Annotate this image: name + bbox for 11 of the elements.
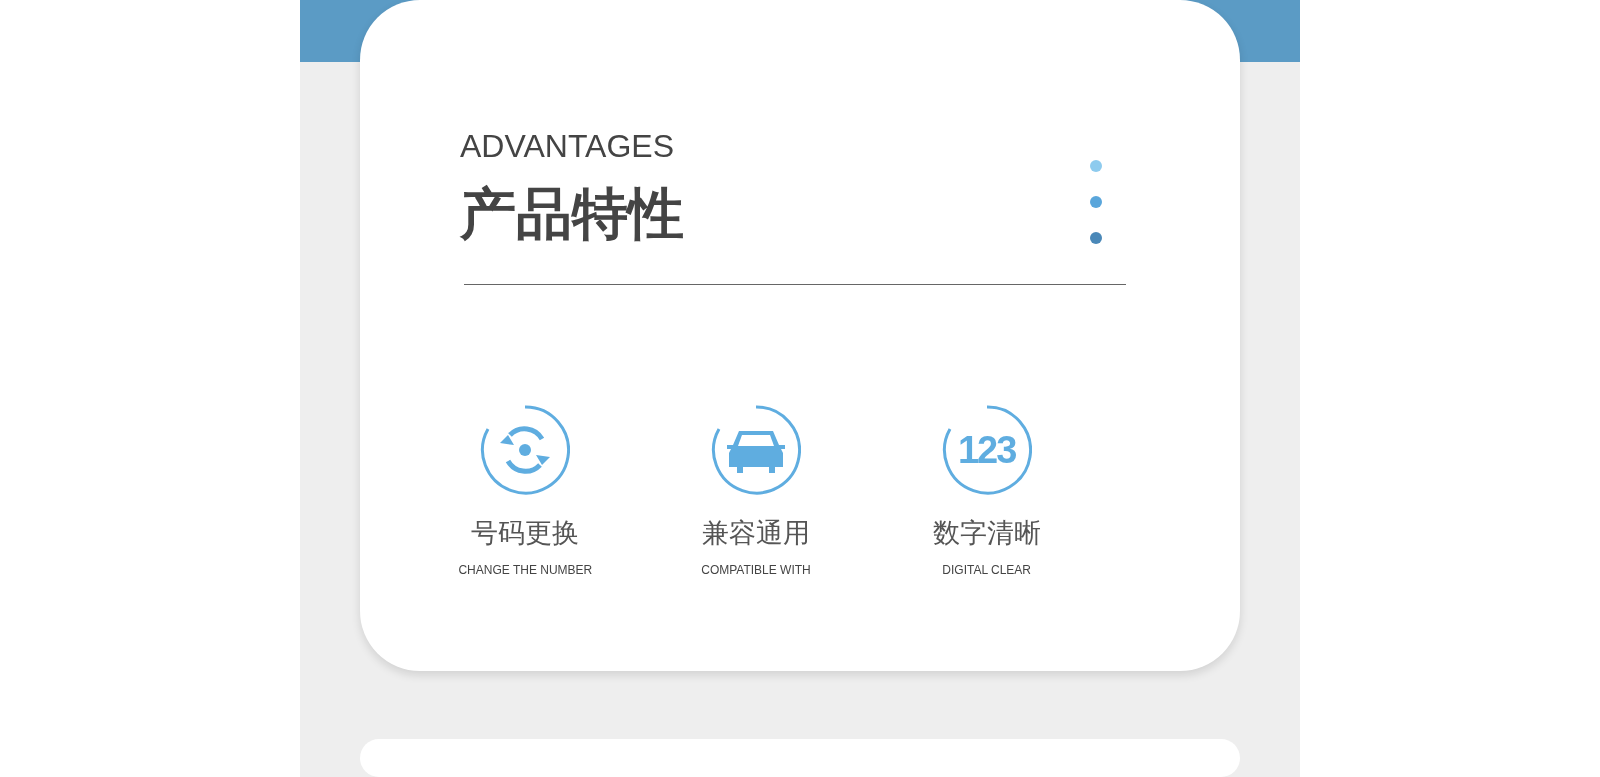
- feature-title: 兼容通用: [702, 516, 810, 550]
- feature-title: 号码更换: [471, 516, 580, 550]
- section-title: 产品特性: [460, 180, 684, 248]
- feature-title: 数字清晰: [932, 516, 1041, 550]
- feature-subtitle: COMPATIBLE WITH: [701, 563, 811, 577]
- section-eyebrow: ADVANTAGES: [460, 128, 675, 164]
- feature-subtitle: DIGITAL CLEAR: [942, 563, 1031, 577]
- feature-subtitle: CHANGE THE NUMBER: [458, 563, 593, 577]
- digits-label: 123: [957, 428, 1016, 472]
- rotate-arrows-icon: [480, 405, 571, 495]
- car-icon: [711, 405, 801, 495]
